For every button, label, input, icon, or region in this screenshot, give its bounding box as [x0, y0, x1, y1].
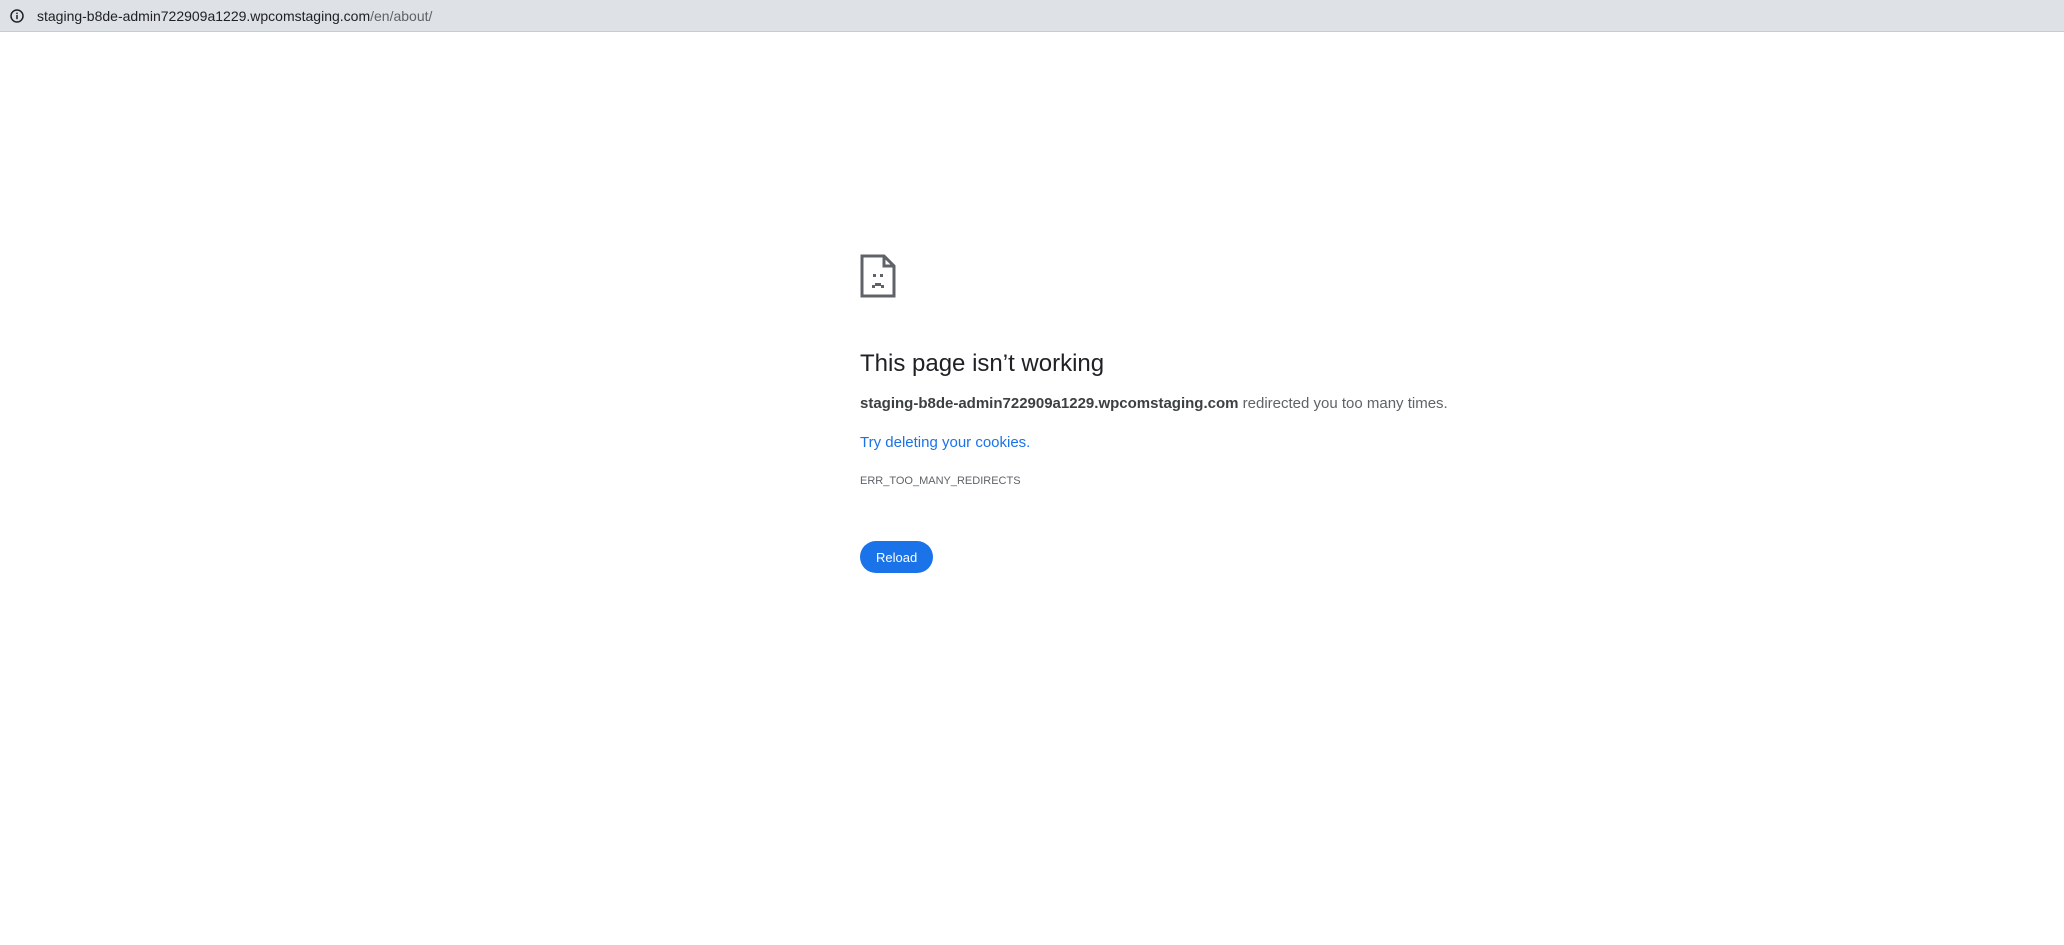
error-content: This page isn’t working staging-b8de-adm… — [860, 254, 1580, 573]
error-message-host: staging-b8de-admin722909a1229.wpcomstagi… — [860, 395, 1239, 412]
delete-cookies-link[interactable]: Try deleting your cookies. — [860, 433, 1030, 453]
error-message-text: redirected you too many times. — [1238, 395, 1448, 412]
info-circle-icon — [10, 8, 24, 23]
sad-page-icon — [860, 254, 896, 298]
error-code: ERR_TOO_MANY_REDIRECTS — [860, 475, 1021, 487]
reload-button[interactable]: Reload — [860, 541, 934, 573]
page-title: This page isn’t working — [860, 350, 1105, 377]
address-bar: staging-b8de-admin722909a1229.wpcomstagi… — [0, 0, 2064, 32]
url-host: staging-b8de-admin722909a1229.wpcomstagi… — [37, 7, 371, 24]
site-info-button[interactable] — [5, 4, 29, 28]
error-message: staging-b8de-admin722909a1229.wpcomstagi… — [860, 394, 1580, 414]
url-field[interactable]: staging-b8de-admin722909a1229.wpcomstagi… — [37, 8, 432, 24]
url-path: /en/about/ — [370, 7, 433, 24]
